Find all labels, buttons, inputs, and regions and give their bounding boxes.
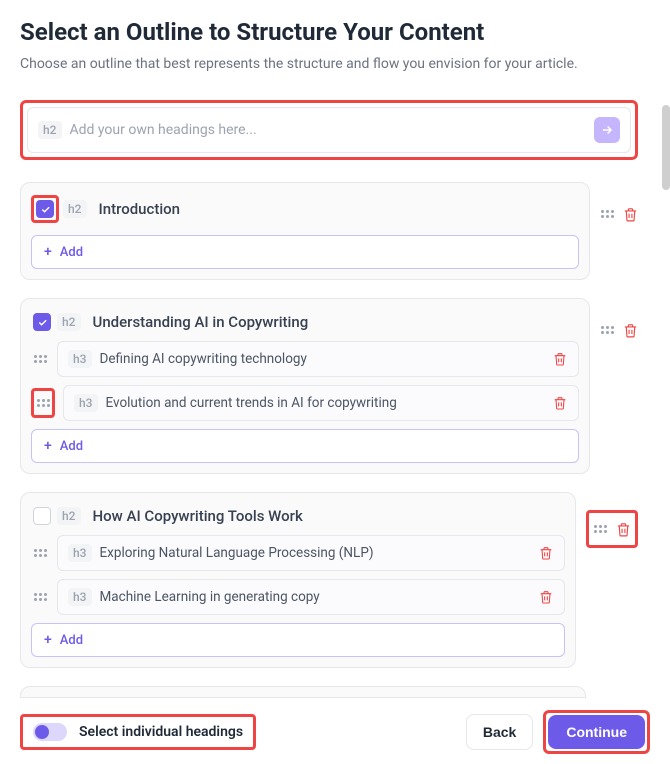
heading-level-tag: h2 [57, 313, 81, 331]
delete-sub-button[interactable] [538, 545, 554, 561]
sub-heading-row: h3 Defining AI copywriting technology [31, 341, 579, 377]
section-row: h2 Introduction + Add [20, 182, 638, 280]
delete-section-button[interactable] [622, 206, 638, 222]
sub-heading-field[interactable]: h3 Defining AI copywriting technology [57, 341, 579, 377]
checkbox-highlight [31, 505, 53, 527]
drag-handle-icon[interactable] [33, 589, 47, 605]
continue-highlight: Continue [543, 710, 650, 754]
drag-highlight [31, 587, 49, 607]
card-header: h2 How AI Copywriting Tools Work [31, 503, 565, 535]
sub-heading-text: Exploring Natural Language Processing (N… [100, 545, 539, 561]
heading-level-tag: h3 [68, 350, 92, 368]
heading-level-tag: h2 [57, 507, 81, 525]
drag-highlight [31, 349, 49, 369]
drag-handle-icon[interactable] [593, 521, 607, 537]
heading-tag-label: h2 [38, 121, 62, 139]
add-heading-button[interactable]: + Add [31, 429, 579, 463]
plus-icon: + [44, 244, 52, 260]
section-side-controls [600, 298, 638, 338]
partial-next-card [20, 686, 586, 698]
section-title: Understanding AI in Copywriting [93, 313, 309, 331]
sub-heading-text: Machine Learning in generating copy [100, 589, 539, 605]
footer-bar: Select individual headings Back Continue [20, 710, 650, 754]
continue-button[interactable]: Continue [548, 715, 645, 749]
drag-highlight [31, 543, 49, 563]
sub-heading-text: Defining AI copywriting technology [100, 351, 553, 367]
add-heading-button[interactable]: + Add [31, 235, 579, 269]
sub-heading-row: h3 Evolution and current trends in AI for… [31, 385, 579, 421]
heading-level-tag: h2 [63, 200, 87, 218]
plus-icon: + [44, 438, 52, 454]
outline-card: h2 How AI Copywriting Tools Work h3 Explori… [20, 492, 576, 668]
drag-handle-icon[interactable] [600, 206, 614, 222]
section-checkbox[interactable] [33, 507, 51, 525]
toggle-highlight: Select individual headings [20, 714, 256, 750]
add-heading-button[interactable]: + Add [31, 623, 565, 657]
outline-card: h2 Understanding AI in Copywriting h3 Defin… [20, 298, 590, 474]
heading-input[interactable]: h2 Add your own headings here... [27, 107, 631, 153]
heading-input-highlight: h2 Add your own headings here... [20, 100, 638, 160]
back-button[interactable]: Back [466, 714, 533, 750]
arrow-right-icon [600, 123, 614, 137]
toggle-knob [35, 725, 49, 739]
drag-highlight [31, 388, 55, 418]
card-header: h2 Introduction [31, 193, 579, 231]
delete-sub-button[interactable] [552, 351, 568, 367]
heading-input-placeholder: Add your own headings here... [70, 122, 589, 138]
heading-level-tag: h3 [68, 588, 92, 606]
drag-handle-icon[interactable] [600, 322, 614, 338]
delete-section-button[interactable] [622, 322, 638, 338]
heading-level-tag: h3 [74, 394, 98, 412]
drag-handle-icon[interactable] [36, 395, 50, 411]
section-checkbox[interactable] [36, 200, 54, 218]
heading-level-tag: h3 [68, 544, 92, 562]
section-row: h2 How AI Copywriting Tools Work h3 Explori… [20, 492, 638, 668]
page-title: Select an Outline to Structure Your Cont… [20, 18, 650, 46]
add-label: Add [60, 439, 83, 454]
sub-heading-row: h3 Machine Learning in generating copy [31, 579, 565, 615]
section-title: Introduction [99, 200, 181, 218]
delete-section-button[interactable] [615, 521, 631, 537]
sub-heading-text: Evolution and current trends in AI for c… [106, 395, 553, 411]
scrollbar-thumb[interactable] [662, 105, 670, 190]
add-label: Add [60, 633, 83, 648]
checkbox-highlight [31, 311, 53, 333]
delete-sub-button[interactable] [538, 589, 554, 605]
individual-headings-toggle[interactable] [33, 723, 67, 741]
page-subtitle: Choose an outline that best represents t… [20, 56, 650, 72]
card-header: h2 Understanding AI in Copywriting [31, 309, 579, 341]
add-label: Add [60, 245, 83, 260]
submit-heading-button[interactable] [594, 117, 620, 143]
drag-handle-icon[interactable] [33, 545, 47, 561]
sub-heading-row: h3 Exploring Natural Language Processing … [31, 535, 565, 571]
outline-card: h2 Introduction + Add [20, 182, 590, 280]
delete-sub-button[interactable] [552, 395, 568, 411]
plus-icon: + [44, 632, 52, 648]
sub-heading-field[interactable]: h3 Exploring Natural Language Processing … [57, 535, 565, 571]
section-title: How AI Copywriting Tools Work [93, 507, 303, 525]
drag-handle-icon[interactable] [33, 351, 47, 367]
section-side-controls [586, 510, 638, 548]
checkbox-highlight [31, 195, 59, 223]
section-row: h2 Understanding AI in Copywriting h3 Defin… [20, 298, 638, 474]
section-checkbox[interactable] [33, 313, 51, 331]
sub-heading-field[interactable]: h3 Machine Learning in generating copy [57, 579, 565, 615]
sub-heading-field[interactable]: h3 Evolution and current trends in AI for… [63, 385, 579, 421]
section-side-controls [600, 182, 638, 222]
toggle-label: Select individual headings [79, 724, 243, 740]
